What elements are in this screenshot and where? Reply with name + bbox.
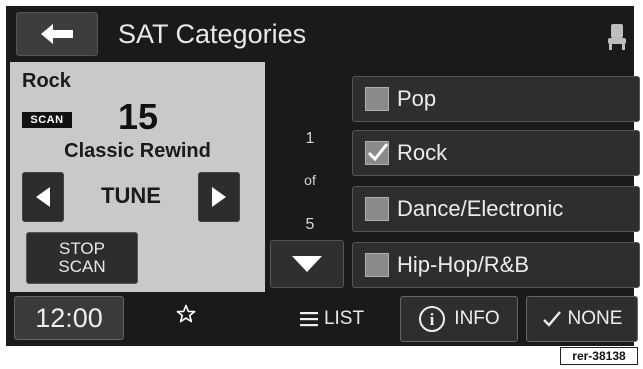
category-pop[interactable]: Pop [352,76,640,122]
favorite-button[interactable] [168,296,204,332]
svg-text:i: i [430,310,435,329]
category-dance-electronic[interactable]: Dance/Electronic [352,186,640,232]
tune-label: TUNE [101,183,161,208]
info-button[interactable]: i INFO [400,296,518,342]
triangle-down-icon [292,256,322,272]
triangle-left-icon [36,187,50,207]
checkmark-icon [367,143,388,162]
page-of-label: of [304,172,316,188]
station-name: Classic Rewind [64,140,211,162]
category-label: Hip-Hop/R&B [397,252,530,277]
star-outline-icon [176,304,196,323]
stop-scan-line1: STOP [59,239,105,258]
checkmark-icon [542,311,561,327]
genre-label: Rock [22,70,71,92]
page-current: 1 [305,130,315,147]
category-rock[interactable]: Rock [352,130,640,176]
page-title: SAT Categories [118,19,307,49]
clock[interactable]: 12:00 [14,296,124,340]
category-label: Rock [397,140,448,165]
seat-icon [606,22,628,52]
channel-number: 15 [118,96,159,137]
back-arrow-icon [41,24,73,44]
checkbox[interactable] [365,197,389,221]
category-label: Pop [397,86,437,111]
checkbox[interactable] [365,87,389,111]
info-label: INFO [454,308,500,329]
tune-next-button[interactable] [198,172,240,222]
list-icon [299,312,318,327]
none-label: NONE [567,308,623,329]
reference-tag: rer-38138 [560,347,638,365]
category-label: Dance/Electronic [397,196,564,221]
scan-badge: SCAN [22,112,72,128]
info-icon: i [419,306,446,332]
page-total: 5 [305,216,315,233]
list-label: LIST [323,308,365,329]
triangle-right-icon [212,187,226,207]
none-button[interactable]: NONE [526,296,638,342]
list-button[interactable]: LIST [272,294,392,344]
back-button[interactable] [16,12,98,56]
page-down-button[interactable] [270,240,344,288]
checkbox[interactable] [365,253,389,277]
stop-scan-button[interactable]: STOP SCAN [26,232,138,284]
stop-scan-line2: SCAN [58,257,106,276]
category-hip-hop-rnb[interactable]: Hip-Hop/R&B [352,242,640,288]
checkbox[interactable] [365,141,389,165]
tune-prev-button[interactable] [22,172,64,222]
